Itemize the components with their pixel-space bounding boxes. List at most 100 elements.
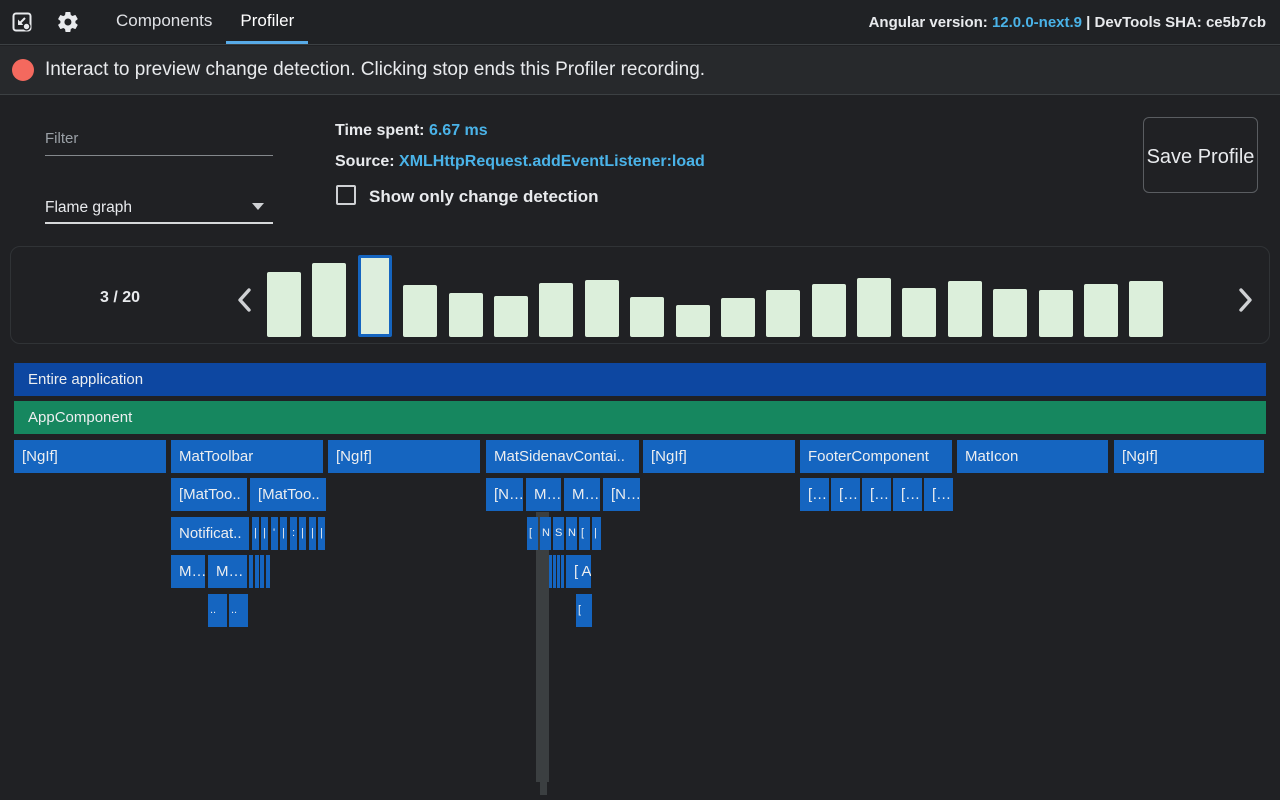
flame-bar-n-r3[interactable]: [N… [603,478,640,511]
recording-message: Interact to preview change detection. Cl… [45,59,705,81]
frame-bar-11[interactable] [721,298,755,337]
filter-input[interactable]: Filter [45,130,78,147]
flame-bar-notificat-r4[interactable]: Notificat.. [171,517,249,550]
flame-bar-bar-r4[interactable]: | [309,517,316,550]
flame-bar-bar-r3[interactable]: [… [893,478,922,511]
tab-components[interactable]: Components [102,0,226,44]
flame-bar-m-r5[interactable]: M… [171,555,205,588]
flame-bar-mattoolbar-r2[interactable]: MatToolbar [171,440,323,473]
flame-bar-ngif-r2[interactable]: [NgIf] [328,440,480,473]
flame-bar-bar-r5[interactable] [249,555,253,588]
frame-bar-9[interactable] [630,297,664,337]
frame-bar-18[interactable] [1039,290,1073,337]
flame-bar-appcomponent-r1[interactable]: AppComponent [14,401,1266,434]
frame-counter: 3 / 20 [70,289,170,307]
flame-bar-entireapplication-r0[interactable]: Entire application [14,363,1266,396]
flame-bar-n-r4[interactable]: N [566,517,577,550]
flame-bar-bar-r5[interactable] [561,555,564,588]
frame-bar-10[interactable] [676,305,710,337]
frame-bar-20[interactable] [1129,281,1163,337]
flame-bar-bar-r4[interactable]: [ [579,517,590,550]
frame-bar-5[interactable] [449,293,483,337]
flame-bar-bar-r3[interactable]: [… [831,478,860,511]
time-spent-line: Time spent: 6.67 ms [335,122,488,140]
record-dot[interactable] [12,59,34,81]
flame-bar-bar-r5[interactable] [260,555,264,588]
flame-bar-bar-r3[interactable]: [… [924,478,953,511]
show-only-change-detection-checkbox[interactable] [336,185,356,205]
tab-profiler[interactable]: Profiler [226,0,308,44]
flame-bar-s-r4[interactable]: S [553,517,564,550]
frame-bar-7[interactable] [539,283,573,337]
flame-bar-m-r3[interactable]: M… [564,478,600,511]
view-mode-select[interactable]: Flame graph [45,199,132,217]
frame-bar-2[interactable] [312,263,346,337]
flame-bar-bar-r6[interactable]: [ [576,594,592,627]
time-spent-value: 6.67 ms [429,122,488,139]
recording-banner: Interact to preview change detection. Cl… [0,46,1280,95]
flame-bar-n-r4[interactable]: N [540,517,551,550]
flame-bar-bar-r6[interactable]: .. [229,594,248,627]
flame-gray-strip-1[interactable] [536,512,549,782]
settings-gear-icon[interactable] [56,0,80,44]
flame-bar-bar-r4[interactable]: | [280,517,287,550]
time-spent-label: Time spent: [335,122,429,139]
flame-bar-ngif-r2[interactable]: [NgIf] [1114,440,1264,473]
devtools-sha: | DevTools SHA: ce5b7cb [1082,14,1266,31]
frame-bar-8[interactable] [585,280,619,337]
frame-bar-13[interactable] [812,284,846,337]
frame-bar-16[interactable] [948,281,982,337]
frame-bar-3[interactable] [358,255,392,337]
save-profile-button[interactable]: Save Profile [1143,117,1258,193]
flame-bar-bar-r5[interactable] [255,555,259,588]
source-line: Source: XMLHttpRequest.addEventListener:… [335,153,705,171]
flame-bar-mattoo-r3[interactable]: [MatToo.. [250,478,326,511]
source-value[interactable]: XMLHttpRequest.addEventListener:load [399,153,705,170]
flame-bar-maticon-r2[interactable]: MatIcon [957,440,1108,473]
flame-bar-bar-r4[interactable]: : [290,517,297,550]
show-only-change-detection-label[interactable]: Show only change detection [369,187,599,207]
top-bar: Components Profiler Angular version: 12.… [0,0,1280,45]
flame-bar-bar-r3[interactable]: [… [862,478,891,511]
angular-version-label: Angular version: [869,14,992,31]
frame-bar-15[interactable] [902,288,936,337]
frame-bar-4[interactable] [403,285,437,337]
flame-bar-m-r5[interactable]: M… [208,555,247,588]
chevron-left-icon[interactable] [232,286,258,314]
flame-bar-mattoo-r3[interactable]: [MatToo.. [171,478,247,511]
flame-bar-ngif-r2[interactable]: [NgIf] [643,440,795,473]
frame-bar-6[interactable] [494,296,528,337]
chevron-right-icon[interactable] [1232,286,1258,314]
version-info: Angular version: 12.0.0-next.9 | DevTool… [869,0,1280,44]
flame-bar-bar-r4[interactable]: | [318,517,325,550]
inspect-element-icon[interactable] [10,0,34,44]
flame-bar-bar-r5[interactable] [553,555,556,588]
flame-bar-bar-r6[interactable]: .. [208,594,227,627]
flame-bar-n-r3[interactable]: [N… [486,478,523,511]
flame-bar-bar-r4[interactable]: [ [527,517,538,550]
frame-bar-12[interactable] [766,290,800,337]
view-mode-underline [45,222,273,224]
frame-bar-1[interactable] [267,272,301,337]
flame-bar-bar-r4[interactable]: ' [271,517,278,550]
flame-bar-bar-r5[interactable] [549,555,552,588]
frame-bar-14[interactable] [857,278,891,337]
angular-version-value: 12.0.0-next.9 [992,14,1082,31]
tab-components-label: Components [116,11,212,31]
flame-bar-ngif-r2[interactable]: [NgIf] [14,440,166,473]
chevron-down-icon[interactable] [252,203,264,210]
flame-bar-bar-r4[interactable]: | [252,517,259,550]
flame-bar-a-r5[interactable]: [ A [566,555,591,588]
flame-bar-bar-r5[interactable] [266,555,270,588]
flame-bar-bar-r3[interactable]: [… [800,478,829,511]
frame-bar-19[interactable] [1084,284,1118,337]
flame-bar-bar-r4[interactable]: | [592,517,601,550]
flame-gray-strip-2[interactable] [540,782,547,795]
frame-bar-17[interactable] [993,289,1027,337]
flame-bar-footercomponent-r2[interactable]: FooterComponent [800,440,952,473]
flame-bar-bar-r4[interactable]: | [261,517,268,550]
flame-bar-m-r3[interactable]: M… [526,478,561,511]
flame-bar-bar-r4[interactable]: | [299,517,306,550]
flame-bar-matsidenavcontai-r2[interactable]: MatSidenavContai.. [486,440,639,473]
flame-bar-bar-r5[interactable] [557,555,560,588]
